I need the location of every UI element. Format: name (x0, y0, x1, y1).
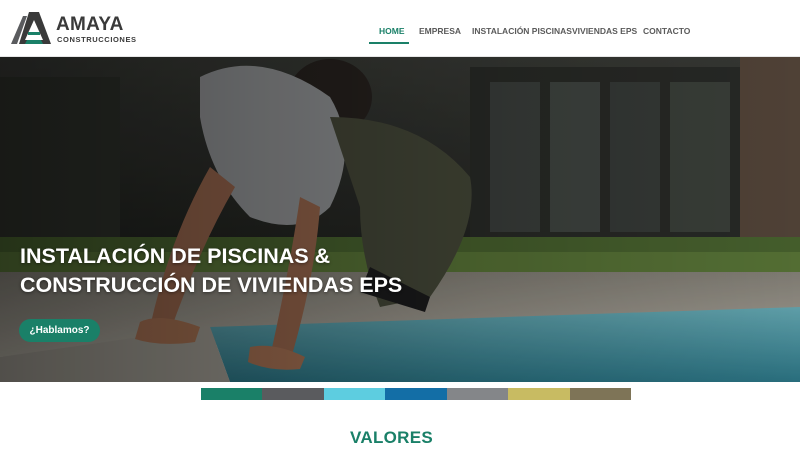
color-strip-segment (323, 388, 386, 400)
brand-subtitle: CONSTRUCCIONES (57, 35, 137, 44)
brand-color-strip (201, 388, 631, 400)
hero-title-line-1: INSTALACIÓN DE PISCINAS & (20, 244, 331, 268)
color-strip-segment (446, 388, 509, 400)
hero-title-line-2: CONSTRUCCIÓN DE VIVIENDAS EPS (20, 273, 403, 297)
nav-item-contacto[interactable]: CONTACTO (643, 26, 690, 36)
site-header: AMAYA CONSTRUCCIONES HOME EMPRESA INSTAL… (0, 0, 800, 57)
nav-item-instalacion-piscinas[interactable]: INSTALACIÓN PISCINAS (472, 26, 572, 36)
hero-background-image (0, 57, 800, 382)
color-strip-segment (201, 388, 263, 400)
color-strip-segment (508, 388, 570, 400)
nav-active-indicator (369, 42, 409, 44)
brand-name: AMAYA (56, 14, 124, 35)
nav-item-home[interactable]: HOME (379, 26, 405, 36)
nav-item-viviendas-eps[interactable]: VIVIENDAS EPS (572, 26, 637, 36)
hero-banner: INSTALACIÓN DE PISCINAS & CONSTRUCCIÓN D… (0, 57, 800, 382)
section-title-valores: VALORES (349, 428, 434, 447)
hero-title: INSTALACIÓN DE PISCINAS & CONSTRUCCIÓN D… (20, 242, 580, 300)
nav-item-empresa[interactable]: EMPRESA (419, 26, 461, 36)
color-strip-segment (385, 388, 447, 400)
logo-mark-icon (11, 12, 51, 44)
color-strip-segment (262, 388, 324, 400)
color-strip-segment (569, 388, 631, 400)
brand-logo[interactable]: AMAYA CONSTRUCCIONES (9, 10, 136, 46)
contact-cta-button[interactable]: ¿Hablamos? (19, 319, 100, 342)
